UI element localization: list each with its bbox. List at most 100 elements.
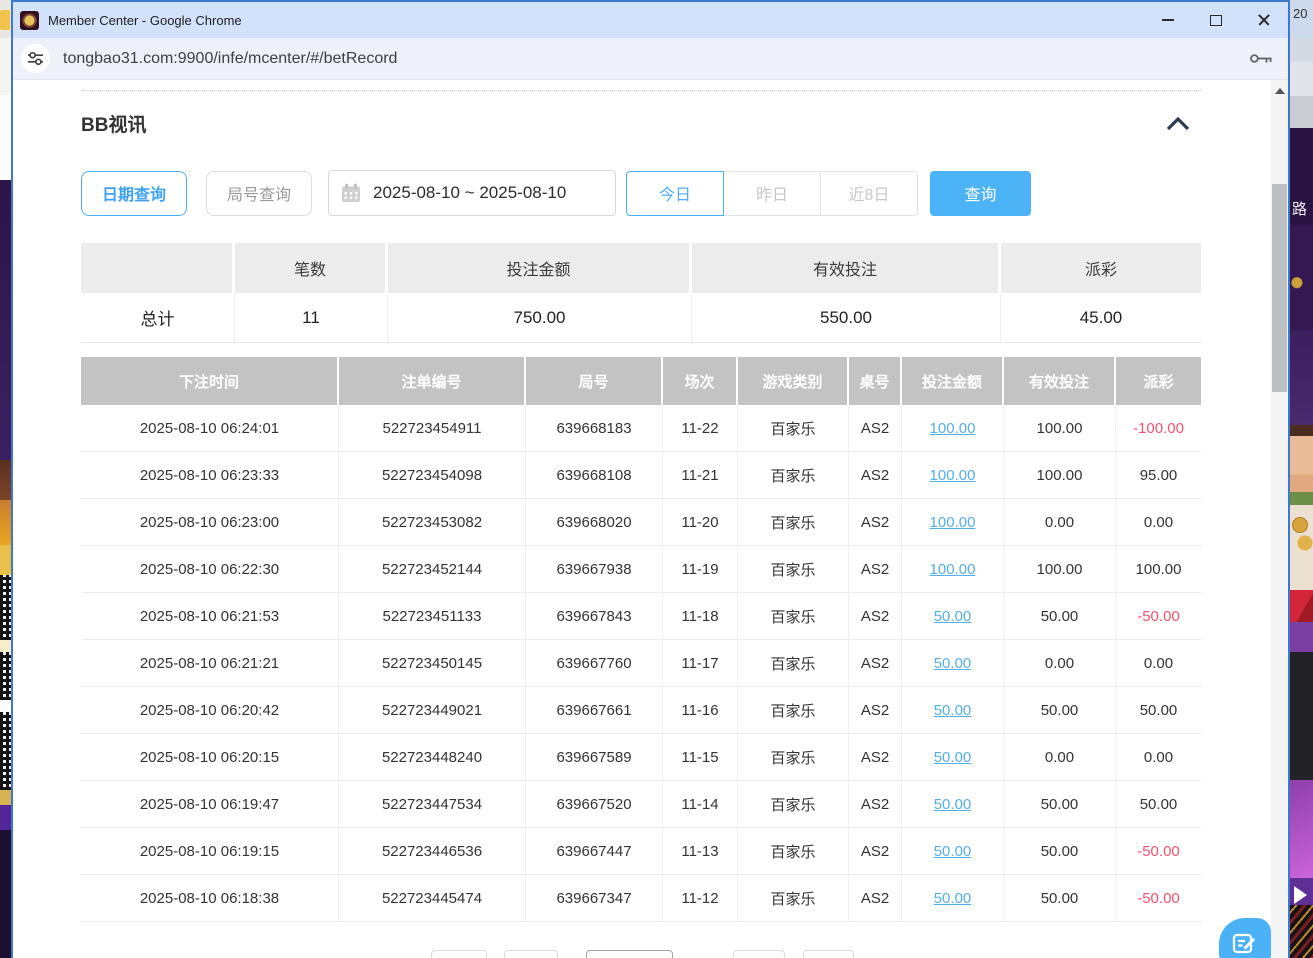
background-app-left-edge [0,0,11,958]
cell-valid-bet: 50.00 [1004,828,1116,875]
background-coins-photo [1290,505,1313,590]
cell-bet-time: 2025-08-10 06:23:00 [81,499,339,546]
quick-range-today[interactable]: 今日 [626,171,724,216]
bet-amount-link[interactable]: 50.00 [934,702,972,719]
cell-bet-amount: 50.00 [902,781,1004,828]
background-segment [0,38,11,95]
cell-session: 11-16 [663,687,738,734]
cell-payout: 0.00 [1116,499,1201,546]
summary-header-row: 笔数投注金额有效投注派彩 [81,243,1201,293]
summary-col-header: 笔数 [235,243,388,293]
cell-payout: 50.00 [1116,687,1201,734]
play-triangle-fragment [1294,886,1307,904]
table-row: 2025-08-10 06:23:33522723454098639668108… [81,452,1201,499]
cell-payout: -50.00 [1116,875,1201,922]
cell-payout: 50.00 [1116,781,1201,828]
cell-round-id: 639667843 [526,593,663,640]
pagination-button[interactable] [733,950,785,958]
cell-bet-amount: 50.00 [902,875,1004,922]
bet-amount-link[interactable]: 50.00 [934,608,972,625]
cell-round-id: 639668108 [526,452,663,499]
tab-round-query[interactable]: 局号查询 [206,171,312,216]
bet-amount-link[interactable]: 50.00 [934,796,972,813]
quick-range-yesterday[interactable]: 昨日 [723,171,821,216]
pagination-button[interactable] [803,950,854,958]
browser-window: Member Center - Google Chrome tongbao31.… [11,0,1290,958]
close-button[interactable] [1240,2,1288,38]
bet-amount-link[interactable]: 50.00 [934,749,972,766]
bet-table-body: 2025-08-10 06:24:01522723454911639668183… [81,405,1201,922]
cell-session: 11-13 [663,828,738,875]
bet-amount-link[interactable]: 100.00 [930,514,976,531]
cell-game-type: 百家乐 [738,640,849,687]
summary-col-header: 有效投注 [692,243,1001,293]
cell-bet-id: 522723448240 [339,734,526,781]
bet-amount-link[interactable]: 50.00 [934,890,972,907]
quick-range-last8days[interactable]: 近8日 [820,171,918,216]
window-title: Member Center - Google Chrome [48,13,242,28]
titlebar: Member Center - Google Chrome [13,2,1288,38]
summary-col-header: 派彩 [1001,243,1201,293]
cell-bet-id: 522723454098 [339,452,526,499]
scrollbar-thumb[interactable] [1272,184,1287,392]
col-header-bet-amount: 投注金额 [902,357,1004,405]
bet-amount-link[interactable]: 100.00 [930,467,976,484]
bet-amount-link[interactable]: 50.00 [934,655,972,672]
minimize-button[interactable] [1144,2,1192,38]
background-segment [1290,225,1313,330]
table-row: 2025-08-10 06:19:47522723447534639667520… [81,781,1201,828]
qr-code-fragment [0,652,11,700]
background-segment [1290,622,1313,652]
pagination-button[interactable] [431,950,487,958]
col-header-session: 场次 [663,357,738,405]
cell-round-id: 639667347 [526,875,663,922]
background-person-photo [1290,425,1313,505]
feedback-edit-fab[interactable] [1219,918,1271,958]
summary-cell: 总计 [81,293,235,343]
col-header-payout: 派彩 [1116,357,1201,405]
cell-valid-bet: 100.00 [1004,546,1116,593]
background-segment [1290,878,1313,905]
pagination-button[interactable] [504,950,558,958]
search-button[interactable]: 查询 [930,171,1031,216]
cell-payout: 95.00 [1116,452,1201,499]
tab-date-query[interactable]: 日期查询 [81,171,187,216]
pagination-page-select[interactable] [586,950,673,958]
bet-amount-link[interactable]: 100.00 [930,561,976,578]
cell-session: 11-20 [663,499,738,546]
close-icon [1257,13,1271,27]
table-row: 2025-08-10 06:23:00522723453082639668020… [81,499,1201,546]
cell-valid-bet: 50.00 [1004,687,1116,734]
cell-round-id: 639667938 [526,546,663,593]
cell-bet-time: 2025-08-10 06:18:38 [81,875,339,922]
cell-game-type: 百家乐 [738,734,849,781]
background-segment [0,95,11,180]
table-row: 2025-08-10 06:20:42522723449021639667661… [81,687,1201,734]
maximize-button[interactable] [1192,2,1240,38]
bet-amount-link[interactable]: 100.00 [930,420,976,437]
cell-session: 11-18 [663,593,738,640]
cell-session: 11-12 [663,875,738,922]
scroll-up-arrow-icon[interactable] [1275,88,1285,94]
section-divider [81,90,1201,91]
bet-amount-link[interactable]: 50.00 [934,843,972,860]
site-settings-button[interactable] [21,44,50,73]
collapse-section-button[interactable] [1165,116,1193,136]
cell-table-no: AS2 [849,405,902,452]
filter-toolbar: 日期查询 局号查询 2025-08-10 ~ 2025-08-10 今日 昨日 … [81,170,1031,216]
url-field[interactable]: tongbao31.com:9900/infe/mcenter/#/betRec… [63,50,397,68]
vertical-scrollbar[interactable] [1271,80,1288,958]
cell-table-no: AS2 [849,734,902,781]
password-manager-button[interactable] [1249,51,1274,66]
cell-table-no: AS2 [849,640,902,687]
cell-session: 11-21 [663,452,738,499]
bet-records-table: 下注时间注单编号局号场次游戏类别桌号投注金额有效投注派彩 2025-08-10 … [81,357,1201,922]
qr-code-fragment [0,712,11,790]
background-segment [0,805,11,830]
summary-col-header: 投注金额 [388,243,692,293]
cell-valid-bet: 0.00 [1004,499,1116,546]
background-segment [1290,62,1313,96]
date-range-picker[interactable]: 2025-08-10 ~ 2025-08-10 [328,170,616,216]
page-content: BB视讯 日期查询 局号查询 2025-08-10 ~ 2025-08-10 [13,80,1288,958]
cell-payout: -100.00 [1116,405,1201,452]
